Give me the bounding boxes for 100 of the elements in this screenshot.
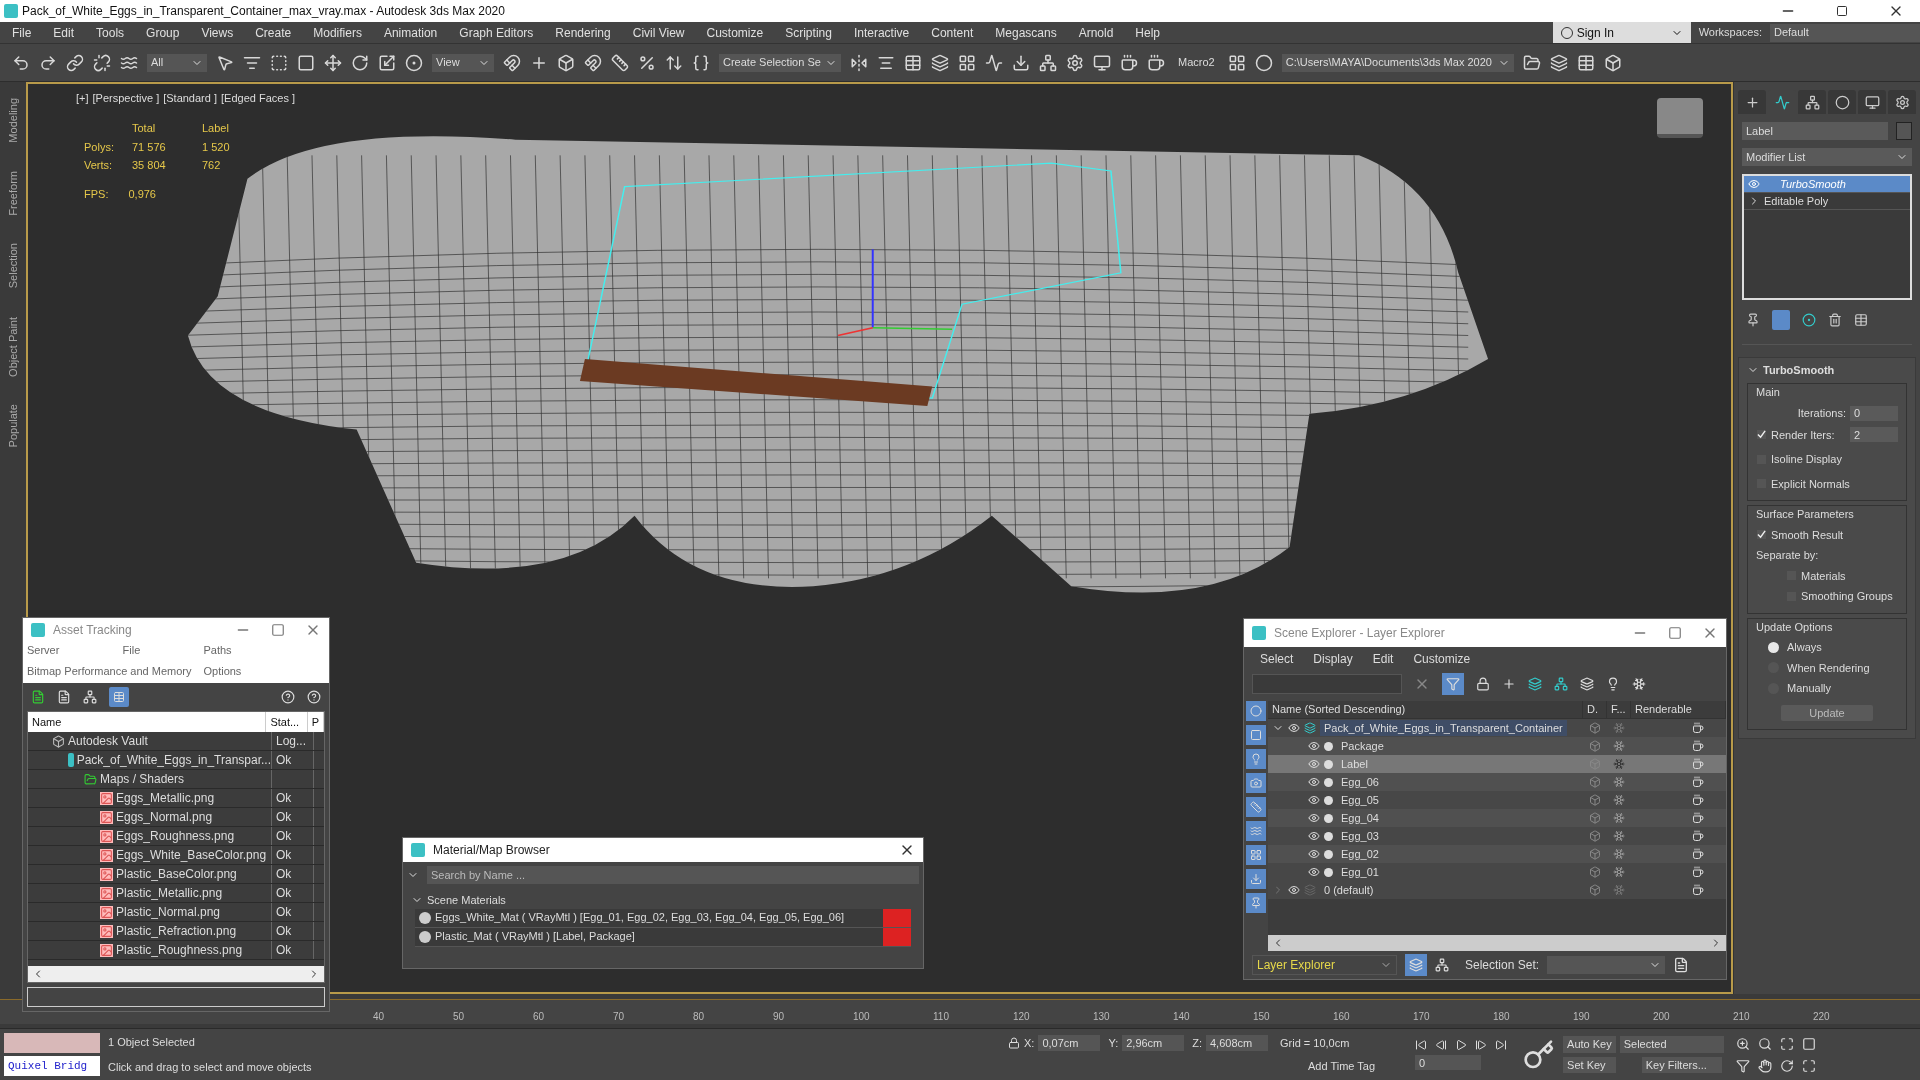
lock-icon[interactable] bbox=[1476, 677, 1490, 691]
visibility-icon[interactable] bbox=[1308, 866, 1320, 878]
table-view-button[interactable] bbox=[109, 687, 129, 707]
menu-item[interactable]: Scripting bbox=[785, 23, 832, 42]
object-row[interactable]: Egg_03 bbox=[1268, 827, 1726, 845]
menu-item[interactable]: Server bbox=[27, 642, 111, 659]
go-to-start-icon[interactable] bbox=[1415, 1039, 1428, 1051]
menu-item[interactable]: Bitmap Performance and Memory bbox=[27, 662, 192, 679]
maximize-icon[interactable] bbox=[271, 623, 285, 637]
column-header[interactable]: P bbox=[307, 712, 324, 732]
key-mode-dropdown[interactable]: Selected bbox=[1619, 1036, 1724, 1053]
menu-item[interactable]: Graph Editors bbox=[459, 23, 534, 42]
unlink-icon[interactable] bbox=[93, 53, 111, 72]
visibility-icon[interactable] bbox=[1308, 830, 1320, 842]
select-icon[interactable] bbox=[216, 53, 234, 72]
asset-name[interactable]: Plastic_Normal.png bbox=[116, 903, 221, 921]
folder-icon[interactable] bbox=[1522, 53, 1541, 72]
menu-item[interactable]: Select bbox=[1260, 650, 1294, 668]
column-header[interactable]: Stat... bbox=[266, 712, 308, 732]
ribbon-tab[interactable]: Freeform bbox=[4, 170, 22, 216]
menu-item[interactable]: Content bbox=[931, 23, 974, 42]
freeze-icon[interactable] bbox=[1613, 812, 1625, 824]
asset-name[interactable]: Autodesk Vault bbox=[68, 732, 148, 750]
command-panel-tab[interactable] bbox=[1798, 90, 1826, 114]
maximize-icon[interactable] bbox=[1668, 626, 1682, 640]
menu-item[interactable]: Customize bbox=[1413, 650, 1471, 668]
menu-item[interactable]: Create bbox=[255, 23, 292, 42]
table-icon[interactable] bbox=[1576, 53, 1595, 72]
quixel-bridge-field[interactable]: Quixel Bridg bbox=[4, 1056, 100, 1076]
menu-item[interactable]: Megascans bbox=[995, 23, 1057, 42]
edit-named-selection-icon[interactable] bbox=[692, 53, 710, 72]
set-key-icon[interactable] bbox=[1523, 1038, 1556, 1071]
asset-name[interactable]: Eggs_Normal.png bbox=[116, 808, 213, 826]
search-field[interactable]: Search by Name ... bbox=[427, 866, 919, 884]
visibility-icon[interactable] bbox=[1288, 884, 1300, 896]
command-panel-tab[interactable] bbox=[1738, 90, 1766, 114]
update-button[interactable]: Update bbox=[1781, 704, 1873, 721]
lock-icon[interactable] bbox=[1008, 1037, 1020, 1050]
freeze-icon[interactable] bbox=[1613, 776, 1625, 788]
box-icon[interactable] bbox=[1603, 53, 1622, 72]
command-panel-tab[interactable] bbox=[1888, 90, 1916, 114]
checkbox[interactable] bbox=[1756, 529, 1767, 541]
column-header[interactable]: Name (Sorted Descending) bbox=[1268, 701, 1583, 718]
explorer-dropdown[interactable]: Layer Explorer bbox=[1252, 955, 1397, 975]
freeze-icon[interactable] bbox=[1632, 677, 1646, 691]
visibility-icon[interactable] bbox=[1308, 776, 1320, 788]
display-filter-button[interactable] bbox=[1246, 845, 1266, 865]
play-icon[interactable] bbox=[1455, 1039, 1468, 1051]
column-header[interactable]: Renderable bbox=[1631, 701, 1726, 718]
spinner-snap-icon[interactable] bbox=[665, 53, 683, 72]
asset-name[interactable]: Eggs_Roughness.png bbox=[116, 827, 235, 845]
list-view-icon[interactable] bbox=[57, 690, 71, 704]
project-path-dropdown[interactable]: C:\Users\MAYA\Documents\3ds Max 2020 bbox=[1281, 53, 1514, 72]
zoom-extents-icon[interactable] bbox=[1779, 1036, 1794, 1051]
menu-item[interactable]: Views bbox=[201, 23, 234, 42]
zoom-region-icon[interactable] bbox=[1801, 1036, 1816, 1051]
display-filter-button[interactable] bbox=[1246, 797, 1266, 817]
asset-name[interactable]: Eggs_White_BaseColor.png bbox=[116, 846, 267, 864]
go-to-end-icon[interactable] bbox=[1495, 1039, 1508, 1051]
menu-item[interactable]: Options bbox=[203, 662, 242, 679]
visibility-icon[interactable] bbox=[1308, 740, 1320, 752]
freeze-icon[interactable] bbox=[1613, 830, 1625, 842]
filter-field[interactable] bbox=[1252, 674, 1402, 694]
layers-icon[interactable] bbox=[1580, 677, 1594, 691]
add-to-layer-icon[interactable] bbox=[1528, 677, 1542, 691]
move-icon[interactable] bbox=[324, 53, 342, 72]
menu-item[interactable]: File bbox=[122, 642, 192, 659]
orbit-icon[interactable] bbox=[1779, 1058, 1794, 1073]
ribbon-tab[interactable]: Populate bbox=[4, 404, 22, 448]
maximize-viewport-icon[interactable] bbox=[1801, 1058, 1816, 1073]
display-as-box-icon[interactable] bbox=[1589, 722, 1601, 734]
display-as-box-icon[interactable] bbox=[1589, 830, 1601, 842]
menu-item[interactable]: Edit bbox=[53, 23, 75, 42]
ribbon-tab[interactable]: Object Paint bbox=[4, 316, 22, 377]
iterations-spinner[interactable]: 0 bbox=[1850, 405, 1898, 421]
redo-icon[interactable] bbox=[39, 53, 57, 72]
undo-icon[interactable] bbox=[12, 53, 30, 72]
display-as-box-icon[interactable] bbox=[1589, 884, 1601, 896]
reference-coordinate-dropdown[interactable]: View bbox=[432, 53, 494, 72]
help-icon[interactable] bbox=[281, 690, 295, 704]
display-filter-button[interactable] bbox=[1246, 725, 1266, 745]
modifier-stack-item[interactable]: Editable Poly bbox=[1744, 193, 1910, 210]
object-row[interactable]: Package bbox=[1268, 737, 1726, 755]
asset-name[interactable]: Plastic_Metallic.png bbox=[116, 884, 223, 902]
asset-path-field[interactable] bbox=[27, 987, 325, 1007]
layer-name[interactable]: 0 (default) bbox=[1320, 881, 1378, 899]
selection-filter-dropdown[interactable]: All bbox=[147, 53, 207, 72]
help-icon[interactable] bbox=[307, 690, 321, 704]
percent-snap-icon[interactable] bbox=[638, 53, 656, 72]
schematic-view-icon[interactable] bbox=[1039, 53, 1057, 72]
previous-frame-icon[interactable] bbox=[1435, 1039, 1448, 1051]
asset-name[interactable]: Plastic_Roughness.png bbox=[116, 941, 243, 959]
macro-label[interactable]: Macro2 bbox=[1174, 54, 1219, 71]
timeline-track[interactable]: 40 50 60 70 80 90 100 110 120 130 140 150 160 170 180 190 200 210 220 bbox=[0, 1000, 1920, 1024]
zoom-icon[interactable] bbox=[1735, 1036, 1750, 1051]
menu-item[interactable]: Help bbox=[1135, 23, 1161, 42]
layer-name[interactable]: Pack_of_White_Eggs_in_Transparent_Container bbox=[1320, 719, 1567, 737]
object-row[interactable]: Egg_04 bbox=[1268, 809, 1726, 827]
zoom-all-icon[interactable] bbox=[1757, 1036, 1772, 1051]
frame-window-icon[interactable] bbox=[1093, 53, 1111, 72]
